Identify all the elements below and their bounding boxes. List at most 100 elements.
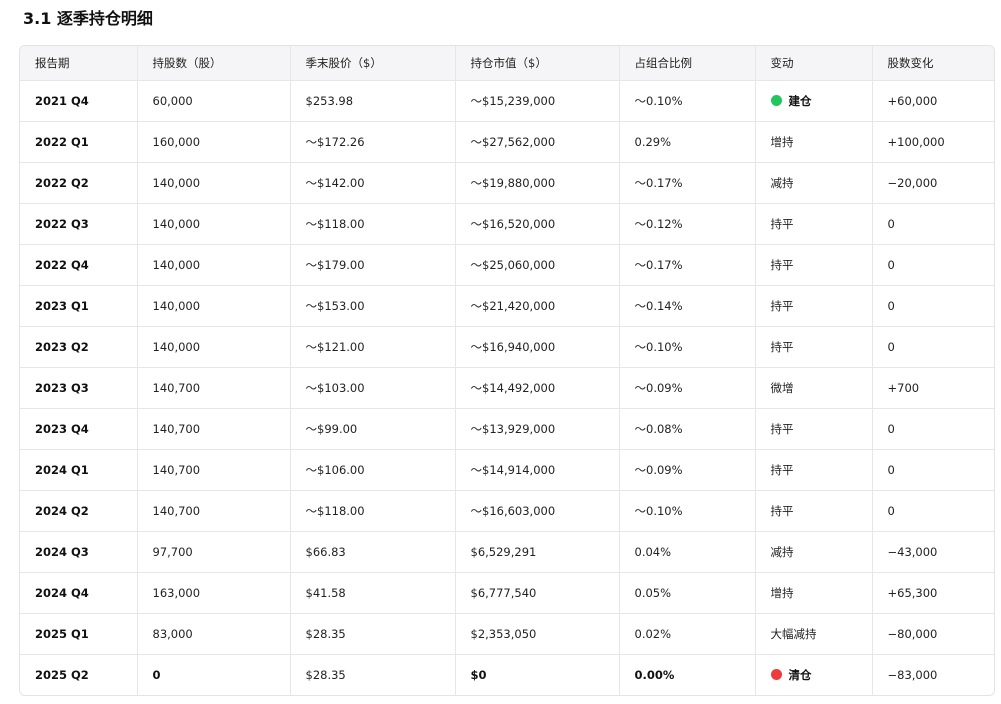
period-cell: 2024 Q4 xyxy=(20,572,138,614)
period-cell: 2022 Q3 xyxy=(20,203,138,245)
price-cell: ～$179.00 xyxy=(290,244,456,286)
value-cell: $2,353,050 xyxy=(455,613,620,655)
column-header: 变动 xyxy=(755,46,873,81)
period-cell: 2023 Q4 xyxy=(20,408,138,450)
price-cell: $253.98 xyxy=(290,80,456,122)
share-delta-cell: 0 xyxy=(872,449,994,491)
holdings-table-container: 报告期 持股数（股） 季末股价（$） 持仓市值（$） 占组合比例 变动 股数变化 2021 … xyxy=(19,45,995,696)
value-cell: ～$16,940,000 xyxy=(455,326,620,368)
price-cell: ～$142.00 xyxy=(290,162,456,204)
shares-cell: 140,700 xyxy=(137,408,291,450)
table-row: 2021 Q4 60,000 $253.98 ～$15,239,000 ～0.10% 建仓… xyxy=(20,80,994,122)
change-label: 清仓 xyxy=(788,668,812,682)
share-delta-cell: 0 xyxy=(872,490,994,532)
value-cell: ～$13,929,000 xyxy=(455,408,620,450)
table-row: 2022 Q1 160,000 ～$172.26 ～$27,562,000 0.29% 增… xyxy=(20,121,994,163)
portfolio-pct-cell: 0.00% xyxy=(619,654,756,695)
share-delta-cell: 0 xyxy=(872,408,994,450)
table-row: 2025 Q1 83,000 $28.35 $2,353,050 0.02% 大幅减持 −8… xyxy=(20,613,994,655)
value-cell: ～$27,562,000 xyxy=(455,121,620,163)
value-cell: $6,529,291 xyxy=(455,531,620,573)
value-cell: ～$16,520,000 xyxy=(455,203,620,245)
section-title: 3.1 逐季持仓明细 xyxy=(23,9,153,28)
shares-cell: 140,000 xyxy=(137,203,291,245)
table-row: 2022 Q2 140,000 ～$142.00 ～$19,880,000 ～0.17%… xyxy=(20,162,994,204)
shares-cell: 0 xyxy=(137,654,291,695)
price-cell: $28.35 xyxy=(290,654,456,695)
portfolio-pct-cell: 0.04% xyxy=(619,531,756,573)
value-cell: ～$15,239,000 xyxy=(455,80,620,122)
period-cell: 2023 Q1 xyxy=(20,285,138,327)
change-label: 持平 xyxy=(770,258,794,272)
change-label: 持平 xyxy=(770,340,794,354)
portfolio-pct-cell: 0.29% xyxy=(619,121,756,163)
portfolio-pct-cell: ～0.17% xyxy=(619,162,756,204)
price-cell: ～$99.00 xyxy=(290,408,456,450)
holdings-table: 报告期 持股数（股） 季末股价（$） 持仓市值（$） 占组合比例 变动 股数变化 2021 … xyxy=(20,46,994,695)
change-label: 持平 xyxy=(770,217,794,231)
share-delta-cell: +65,300 xyxy=(872,572,994,614)
price-cell: ～$172.26 xyxy=(290,121,456,163)
share-delta-cell: 0 xyxy=(872,326,994,368)
period-cell: 2025 Q2 xyxy=(20,654,138,695)
value-cell: ～$19,880,000 xyxy=(455,162,620,204)
change-label: 大幅减持 xyxy=(770,627,817,641)
portfolio-pct-cell: ～0.09% xyxy=(619,367,756,409)
value-cell: ～$14,492,000 xyxy=(455,367,620,409)
portfolio-pct-cell: ～0.10% xyxy=(619,80,756,122)
portfolio-pct-cell: ～0.09% xyxy=(619,449,756,491)
price-cell: $28.35 xyxy=(290,613,456,655)
period-cell: 2024 Q3 xyxy=(20,531,138,573)
share-delta-cell: −43,000 xyxy=(872,531,994,573)
table-row: 2022 Q3 140,000 ～$118.00 ～$16,520,000 ～0.12%… xyxy=(20,203,994,245)
price-cell: ～$118.00 xyxy=(290,490,456,532)
period-cell: 2023 Q3 xyxy=(20,367,138,409)
change-cell: 大幅减持 xyxy=(755,613,873,655)
table-row: 2023 Q2 140,000 ～$121.00 ～$16,940,000 ～0.10%… xyxy=(20,326,994,368)
price-cell: ～$106.00 xyxy=(290,449,456,491)
shares-cell: 140,700 xyxy=(137,490,291,532)
table-row: 2025 Q2 0 $28.35 $0 0.00% 清仓 −83,000 xyxy=(20,654,994,695)
column-header: 占组合比例 xyxy=(619,46,756,81)
change-cell: 持平 xyxy=(755,326,873,368)
red-dot-icon xyxy=(770,669,782,680)
portfolio-pct-cell: ～0.12% xyxy=(619,203,756,245)
value-cell: ～$21,420,000 xyxy=(455,285,620,327)
shares-cell: 140,000 xyxy=(137,162,291,204)
share-delta-cell: 0 xyxy=(872,285,994,327)
value-cell: ～$25,060,000 xyxy=(455,244,620,286)
value-cell: $0 xyxy=(455,654,620,695)
change-label: 微增 xyxy=(770,381,794,395)
table-header-row: 报告期 持股数（股） 季末股价（$） 持仓市值（$） 占组合比例 变动 股数变化 xyxy=(20,46,994,81)
change-cell: 持平 xyxy=(755,203,873,245)
table-row: 2024 Q1 140,700 ～$106.00 ～$14,914,000 ～0.09%… xyxy=(20,449,994,491)
price-cell: ～$118.00 xyxy=(290,203,456,245)
change-cell: 建仓 xyxy=(755,80,873,122)
shares-cell: 160,000 xyxy=(137,121,291,163)
portfolio-pct-cell: ～0.14% xyxy=(619,285,756,327)
table-row: 2022 Q4 140,000 ～$179.00 ～$25,060,000 ～0.17%… xyxy=(20,244,994,286)
share-delta-cell: 0 xyxy=(872,244,994,286)
value-cell: $6,777,540 xyxy=(455,572,620,614)
price-cell: ～$103.00 xyxy=(290,367,456,409)
change-cell: 持平 xyxy=(755,285,873,327)
table-row: 2024 Q4 163,000 $41.58 $6,777,540 0.05% 增持 +65… xyxy=(20,572,994,614)
price-cell: ～$153.00 xyxy=(290,285,456,327)
green-dot-icon xyxy=(770,95,782,106)
change-label: 增持 xyxy=(770,135,794,149)
share-delta-cell: +60,000 xyxy=(872,80,994,122)
share-delta-cell: +100,000 xyxy=(872,121,994,163)
change-label: 持平 xyxy=(770,504,794,518)
shares-cell: 140,000 xyxy=(137,326,291,368)
portfolio-pct-cell: 0.02% xyxy=(619,613,756,655)
change-cell: 清仓 xyxy=(755,654,873,695)
share-delta-cell: +700 xyxy=(872,367,994,409)
change-cell: 增持 xyxy=(755,572,873,614)
change-cell: 持平 xyxy=(755,490,873,532)
price-cell: $66.83 xyxy=(290,531,456,573)
column-header: 报告期 xyxy=(20,46,138,81)
period-cell: 2024 Q1 xyxy=(20,449,138,491)
shares-cell: 140,700 xyxy=(137,367,291,409)
period-cell: 2023 Q2 xyxy=(20,326,138,368)
shares-cell: 140,000 xyxy=(137,244,291,286)
